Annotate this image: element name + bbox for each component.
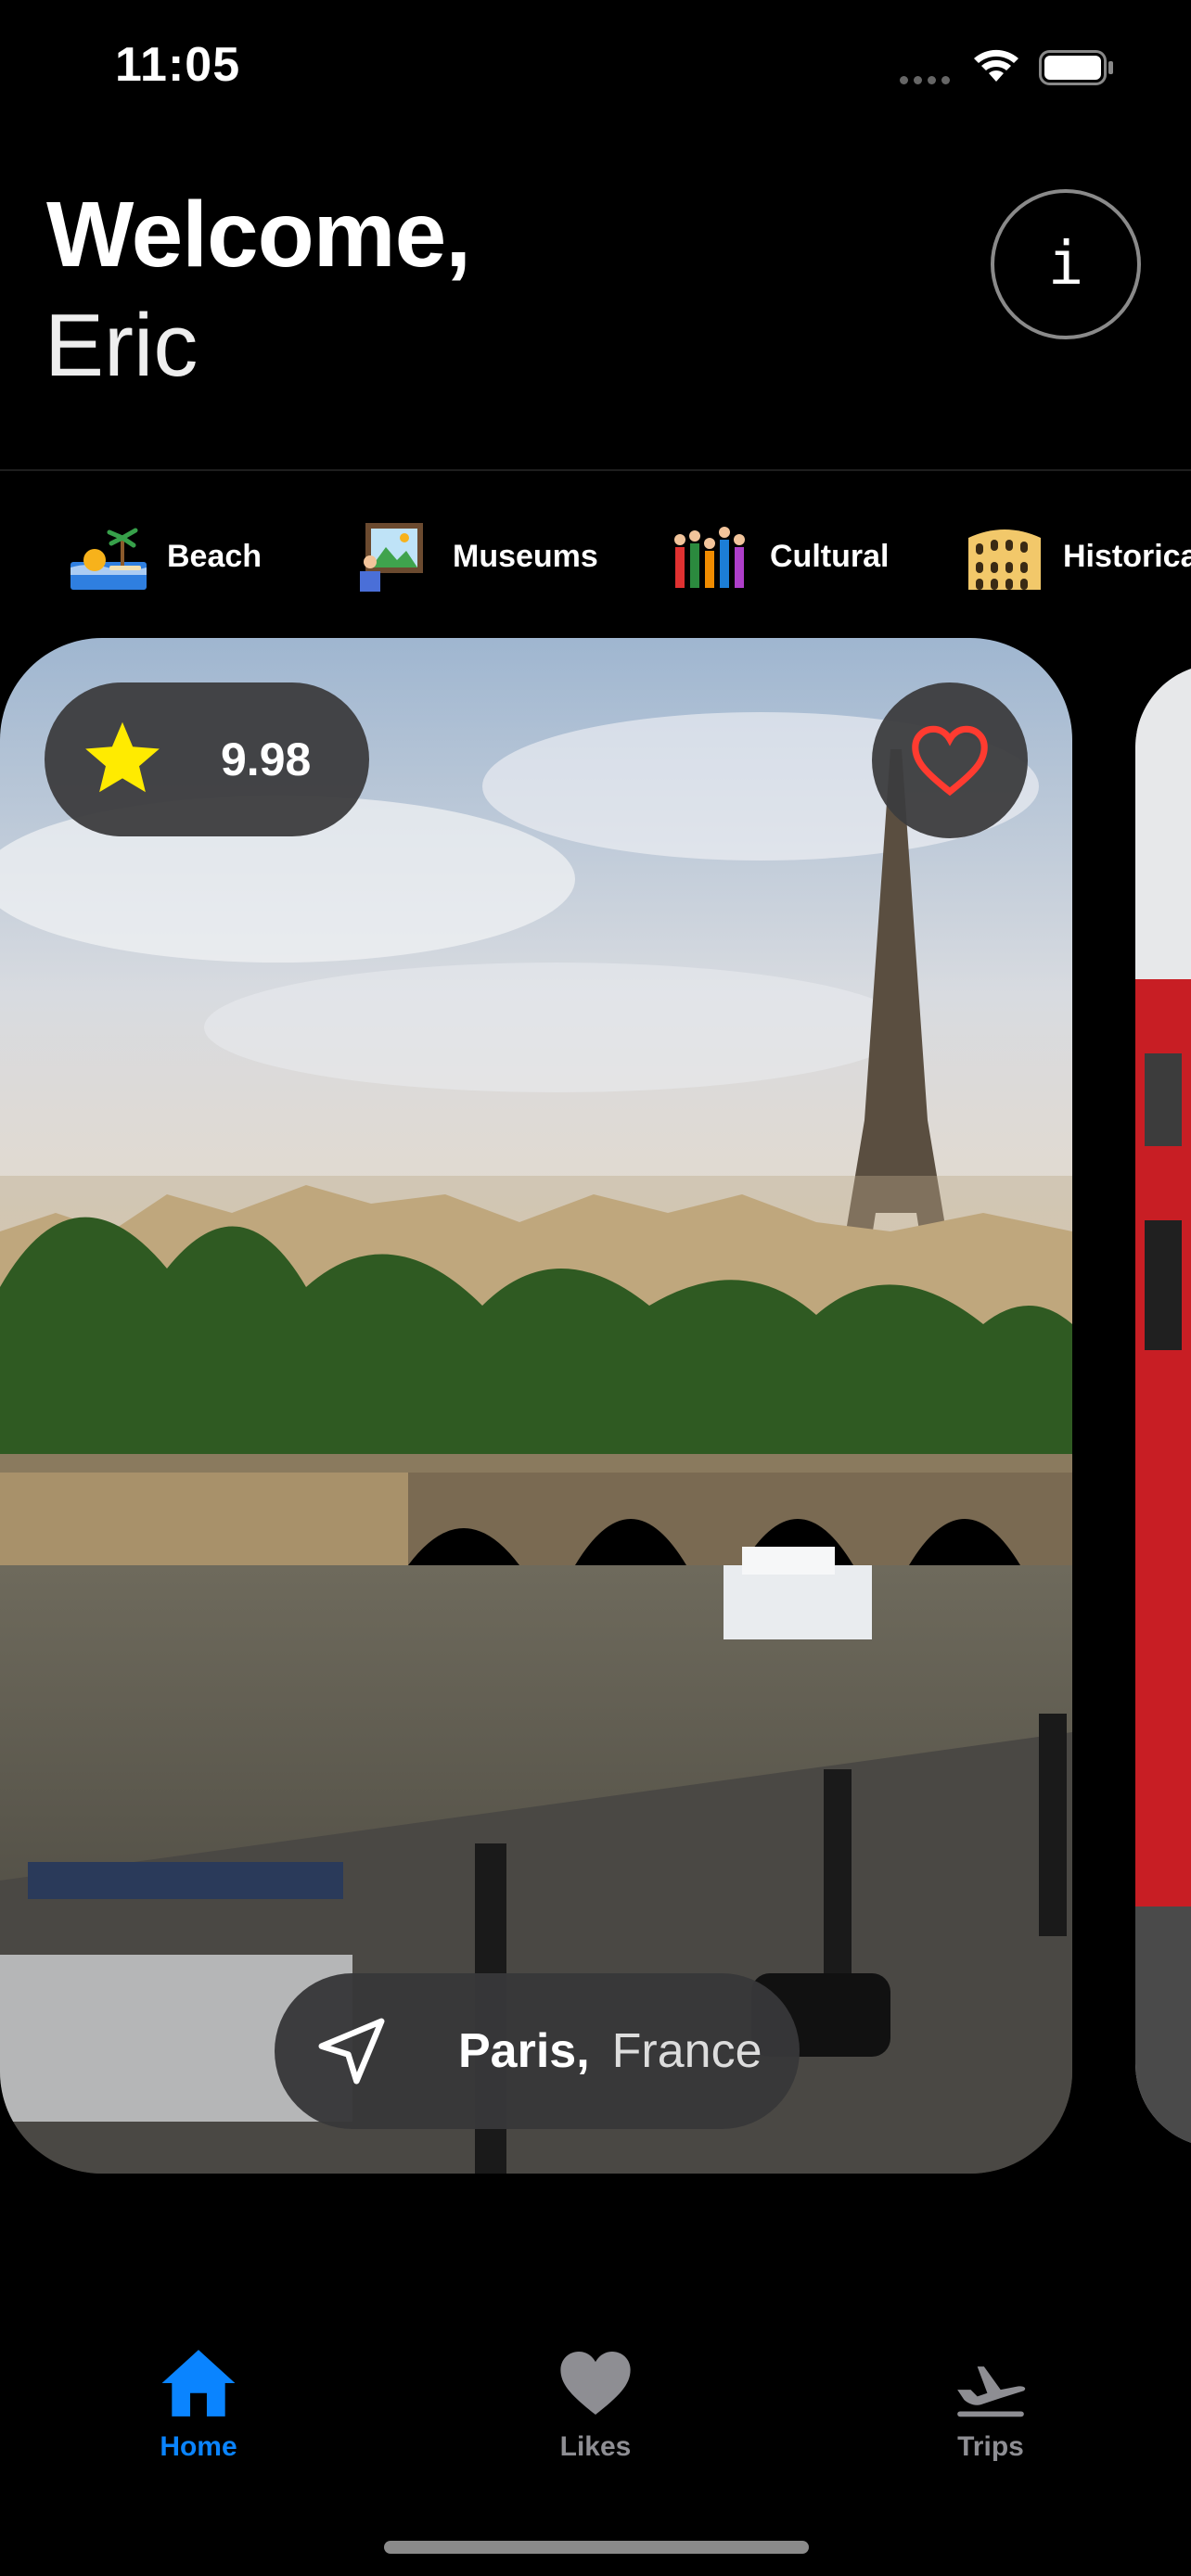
tab-home[interactable]: Home — [96, 2346, 301, 2463]
rating-badge: 9.98 — [45, 682, 369, 836]
category-list[interactable]: Beach Museums Cultural Historica — [0, 510, 1191, 603]
destination-photo — [0, 638, 1072, 2174]
header-divider — [0, 469, 1191, 471]
historical-icon — [968, 529, 1041, 590]
rating-value: 9.98 — [221, 733, 312, 785]
like-button[interactable] — [872, 682, 1028, 838]
next-destination-card[interactable] — [1135, 664, 1191, 2148]
category-label: Cultural — [770, 538, 890, 574]
status-time: 11:05 — [115, 38, 241, 92]
category-beach[interactable]: Beach — [69, 510, 262, 603]
heart-outline-icon — [912, 725, 988, 797]
location-city: Paris, — [458, 2024, 590, 2078]
category-cultural[interactable]: Cultural — [672, 510, 889, 603]
tab-label: Likes — [559, 2431, 632, 2462]
heart-icon — [560, 2351, 631, 2416]
info-button[interactable]: i — [991, 189, 1141, 339]
tab-label: Trips — [957, 2431, 1024, 2462]
battery-icon — [1039, 50, 1113, 85]
cultural-icon — [674, 527, 745, 588]
house-icon — [161, 2350, 236, 2417]
home-indicator — [384, 2541, 809, 2554]
museum-icon — [360, 523, 423, 592]
tab-label: Home — [160, 2431, 237, 2462]
category-museums[interactable]: Museums — [354, 510, 598, 603]
star-icon — [85, 721, 160, 793]
airplane-icon — [957, 2366, 1026, 2417]
tab-trips[interactable]: Trips — [889, 2346, 1093, 2463]
beach-icon — [70, 528, 147, 590]
location-badge[interactable]: Paris, France — [275, 1973, 800, 2129]
category-label: Museums — [453, 538, 598, 574]
signal-icon — [900, 76, 950, 84]
category-label: Historica — [1063, 538, 1191, 574]
category-label: Beach — [167, 538, 263, 574]
info-icon: i — [1047, 230, 1084, 299]
tab-bar: Home Likes Trips — [0, 2346, 1191, 2504]
wifi-icon — [974, 49, 1018, 82]
welcome-heading: Welcome, — [46, 183, 471, 287]
next-destination-photo — [1135, 664, 1191, 2148]
destination-card[interactable]: 9.98 Paris, France — [0, 638, 1072, 2174]
location-country: France — [611, 2024, 762, 2078]
tab-likes[interactable]: Likes — [493, 2346, 698, 2463]
category-historical[interactable]: Historica — [965, 510, 1191, 603]
location-arrow-icon — [318, 2018, 385, 2085]
username: Eric — [45, 296, 198, 395]
